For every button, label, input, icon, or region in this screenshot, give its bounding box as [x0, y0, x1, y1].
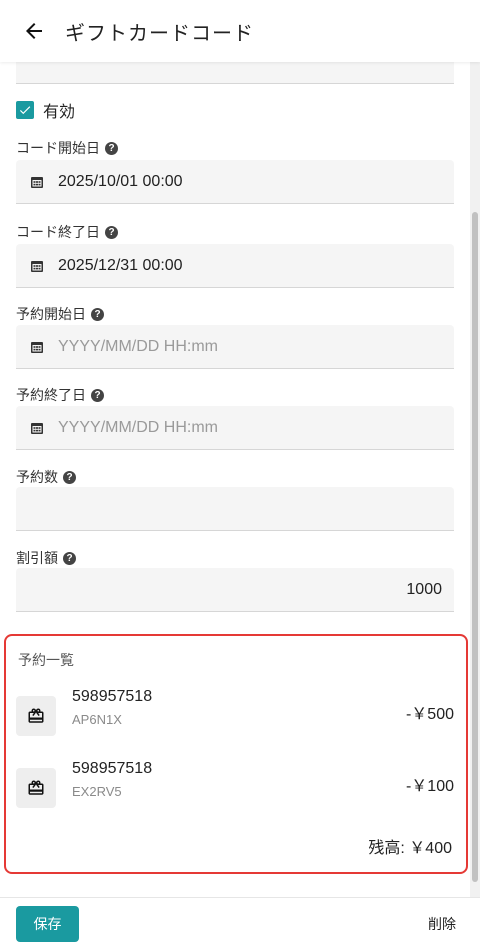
- gift-icon-svg: [28, 708, 44, 723]
- calendar-icon: [31, 422, 43, 434]
- reservation-end-date-label: 予約終了日 ?: [16, 385, 104, 405]
- reservation-item[interactable]: 598957518 AP6N1X -￥500: [16, 688, 458, 744]
- code-end-date-value: 2025/12/31 00:00: [58, 256, 183, 274]
- discount-amount-input[interactable]: 1000: [16, 568, 454, 612]
- reservation-end-date-input[interactable]: YYYY/MM/DD HH:mm: [16, 406, 454, 450]
- code-start-date-value: 2025/10/01 00:00: [58, 172, 183, 190]
- reservation-list-title: 予約一覧: [18, 652, 74, 668]
- active-checkbox-row[interactable]: 有効: [16, 98, 75, 122]
- reservation-start-date-label-text: 予約開始日: [16, 306, 86, 322]
- help-icon[interactable]: ?: [63, 470, 76, 484]
- remaining-balance: 残高: ￥400: [368, 840, 452, 857]
- reservation-item[interactable]: 598957518 EX2RV5 -￥100: [16, 760, 458, 816]
- reservation-list-panel: 予約一覧 598957518 AP6N1X -￥500 598957518 EX…: [4, 634, 468, 874]
- help-icon[interactable]: ?: [63, 551, 76, 565]
- page-title: ギフトカードコード: [65, 22, 254, 45]
- discount-amount-value: 1000: [406, 580, 442, 598]
- reservation-start-date-input[interactable]: YYYY/MM/DD HH:mm: [16, 325, 454, 369]
- scrollbar-thumb[interactable]: [472, 212, 478, 882]
- help-icon[interactable]: ?: [105, 225, 118, 239]
- reservation-amount: -￥500: [405, 706, 454, 723]
- code-end-date-label: コード終了日 ?: [16, 222, 118, 242]
- code-end-date-label-text: コード終了日: [16, 224, 100, 240]
- back-button[interactable]: [18, 15, 50, 47]
- reservation-start-date-placeholder: YYYY/MM/DD HH:mm: [58, 337, 218, 355]
- calendar-icon: [31, 176, 43, 188]
- gift-icon: [16, 696, 56, 736]
- discount-amount-label-text: 割引額: [16, 550, 58, 566]
- help-icon[interactable]: ?: [105, 141, 118, 155]
- calendar-icon: [31, 341, 43, 353]
- code-end-date-input[interactable]: 2025/12/31 00:00: [16, 244, 454, 288]
- code-start-date-label: コード開始日 ?: [16, 138, 118, 158]
- reservation-count-label-text: 予約数: [16, 469, 58, 485]
- help-icon[interactable]: ?: [91, 307, 104, 321]
- reservation-end-date-placeholder: YYYY/MM/DD HH:mm: [58, 418, 218, 436]
- reservation-id: 598957518: [72, 688, 153, 705]
- gift-icon-svg: [28, 780, 44, 795]
- reservation-end-date-label-text: 予約終了日: [16, 387, 86, 403]
- calendar-icon: [31, 260, 43, 272]
- reservation-count-input[interactable]: [16, 487, 454, 531]
- reservation-code: AP6N1X: [72, 712, 122, 727]
- reservation-start-date-label: 予約開始日 ?: [16, 304, 104, 324]
- active-checkbox-label: 有効: [43, 104, 76, 121]
- reservation-amount: -￥100: [405, 778, 454, 795]
- save-button[interactable]: 保存: [16, 906, 79, 942]
- active-checkbox[interactable]: [16, 101, 34, 119]
- app-bar: ギフトカードコード: [0, 0, 480, 62]
- arrow-back-icon: [26, 23, 42, 39]
- check-icon: [19, 106, 31, 115]
- previous-field-input[interactable]: [16, 62, 454, 84]
- reservation-count-label: 予約数 ?: [16, 467, 76, 487]
- discount-amount-label: 割引額 ?: [16, 548, 76, 568]
- form-content[interactable]: 有効 コード開始日 ? 2025/10/01 00:00 コード終了日 ? 20…: [0, 62, 480, 897]
- bottom-action-bar: 保存 削除: [0, 897, 480, 949]
- reservation-code: EX2RV5: [72, 784, 122, 799]
- code-start-date-label-text: コード開始日: [16, 140, 100, 156]
- code-start-date-input[interactable]: 2025/10/01 00:00: [16, 160, 454, 204]
- gift-icon: [16, 768, 56, 808]
- help-icon[interactable]: ?: [91, 388, 104, 402]
- delete-button[interactable]: 削除: [428, 914, 456, 934]
- reservation-id: 598957518: [72, 760, 153, 777]
